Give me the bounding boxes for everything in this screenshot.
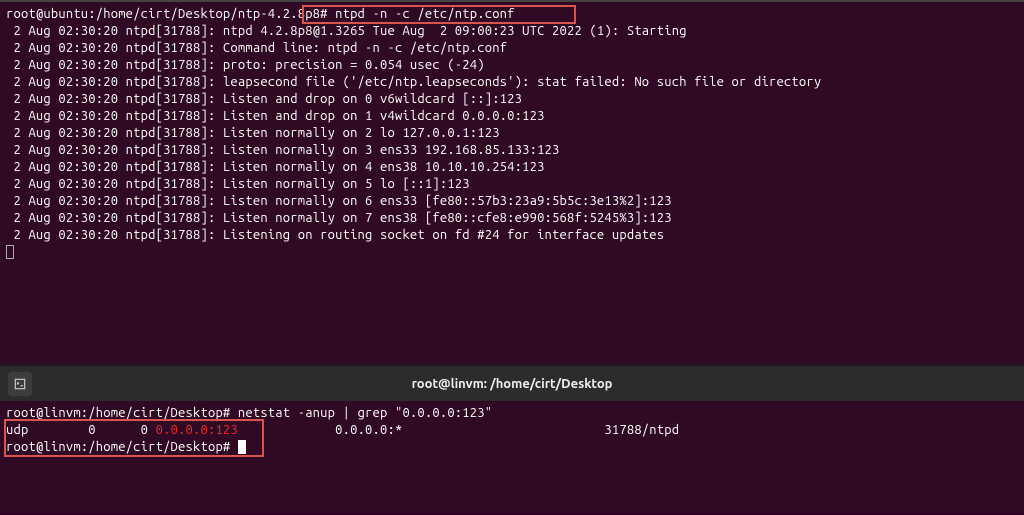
terminal-bottom-container: root@linvm: /home/cirt/Desktop root@linv… [0, 365, 1024, 513]
cursor-icon [6, 245, 14, 259]
netstat-output-line: udp 0 0 0.0.0.0:123 0.0.0.0:* 31788/ntpd [6, 422, 1018, 439]
output-line: 2 Aug 02:30:20 ntpd[31788]: Command line… [6, 40, 1018, 57]
output-line: 2 Aug 02:30:20 ntpd[31788]: Listen norma… [6, 210, 1018, 227]
prompt-line-bottom: root@linvm:/home/cirt/Desktop# netstat -… [6, 405, 1018, 422]
command-text: ntpd -n -c /etc/ntp.conf [328, 7, 515, 21]
netstat-rest: 0.0.0.0:* 31788/ntpd [238, 423, 679, 437]
netstat-highlight-addr: 0.0.0.0:123 [156, 423, 238, 437]
output-line: 2 Aug 02:30:20 ntpd[31788]: Listen and d… [6, 91, 1018, 108]
shell-prompt-bottom-2: root@linvm:/home/cirt/Desktop# [6, 440, 230, 454]
output-line: 2 Aug 02:30:20 ntpd[31788]: Listen norma… [6, 176, 1018, 193]
output-line: 2 Aug 02:30:20 ntpd[31788]: Listen norma… [6, 142, 1018, 159]
cursor-icon [238, 440, 246, 454]
output-line: 2 Aug 02:30:20 ntpd[31788]: Listen norma… [6, 125, 1018, 142]
output-line: 2 Aug 02:30:20 ntpd[31788]: Listen norma… [6, 193, 1018, 210]
command-text-bottom: netstat -anup | grep "0.0.0.0:123" [230, 406, 492, 420]
terminal-tab-icon [13, 377, 27, 391]
output-line: 2 Aug 02:30:20 ntpd[31788]: leapsecond f… [6, 74, 1018, 91]
terminal-pane-bottom[interactable]: root@linvm:/home/cirt/Desktop# netstat -… [0, 401, 1024, 513]
netstat-proto: udp 0 0 [6, 423, 156, 437]
output-line: 2 Aug 02:30:20 ntpd[31788]: Listening on… [6, 227, 1018, 244]
output-line: 2 Aug 02:30:20 ntpd[31788]: Listen norma… [6, 159, 1018, 176]
cursor-line [6, 244, 1018, 261]
shell-prompt: root@ubuntu:/home/cirt/Desktop/ntp-4.2.8… [6, 7, 328, 21]
prompt-line: root@ubuntu:/home/cirt/Desktop/ntp-4.2.8… [6, 6, 1018, 23]
prompt-line-bottom-2: root@linvm:/home/cirt/Desktop# [6, 439, 1018, 456]
shell-prompt-bottom: root@linvm:/home/cirt/Desktop# [6, 406, 230, 420]
tab-bar: root@linvm: /home/cirt/Desktop [0, 365, 1024, 401]
output-line: 2 Aug 02:30:20 ntpd[31788]: Listen and d… [6, 108, 1018, 125]
terminal-pane-top[interactable]: root@ubuntu:/home/cirt/Desktop/ntp-4.2.8… [0, 0, 1024, 365]
output-line: 2 Aug 02:30:20 ntpd[31788]: proto: preci… [6, 57, 1018, 74]
tab-title: root@linvm: /home/cirt/Desktop [40, 377, 984, 391]
output-line: 2 Aug 02:30:20 ntpd[31788]: ntpd 4.2.8p8… [6, 23, 1018, 40]
new-tab-button[interactable] [8, 372, 32, 396]
